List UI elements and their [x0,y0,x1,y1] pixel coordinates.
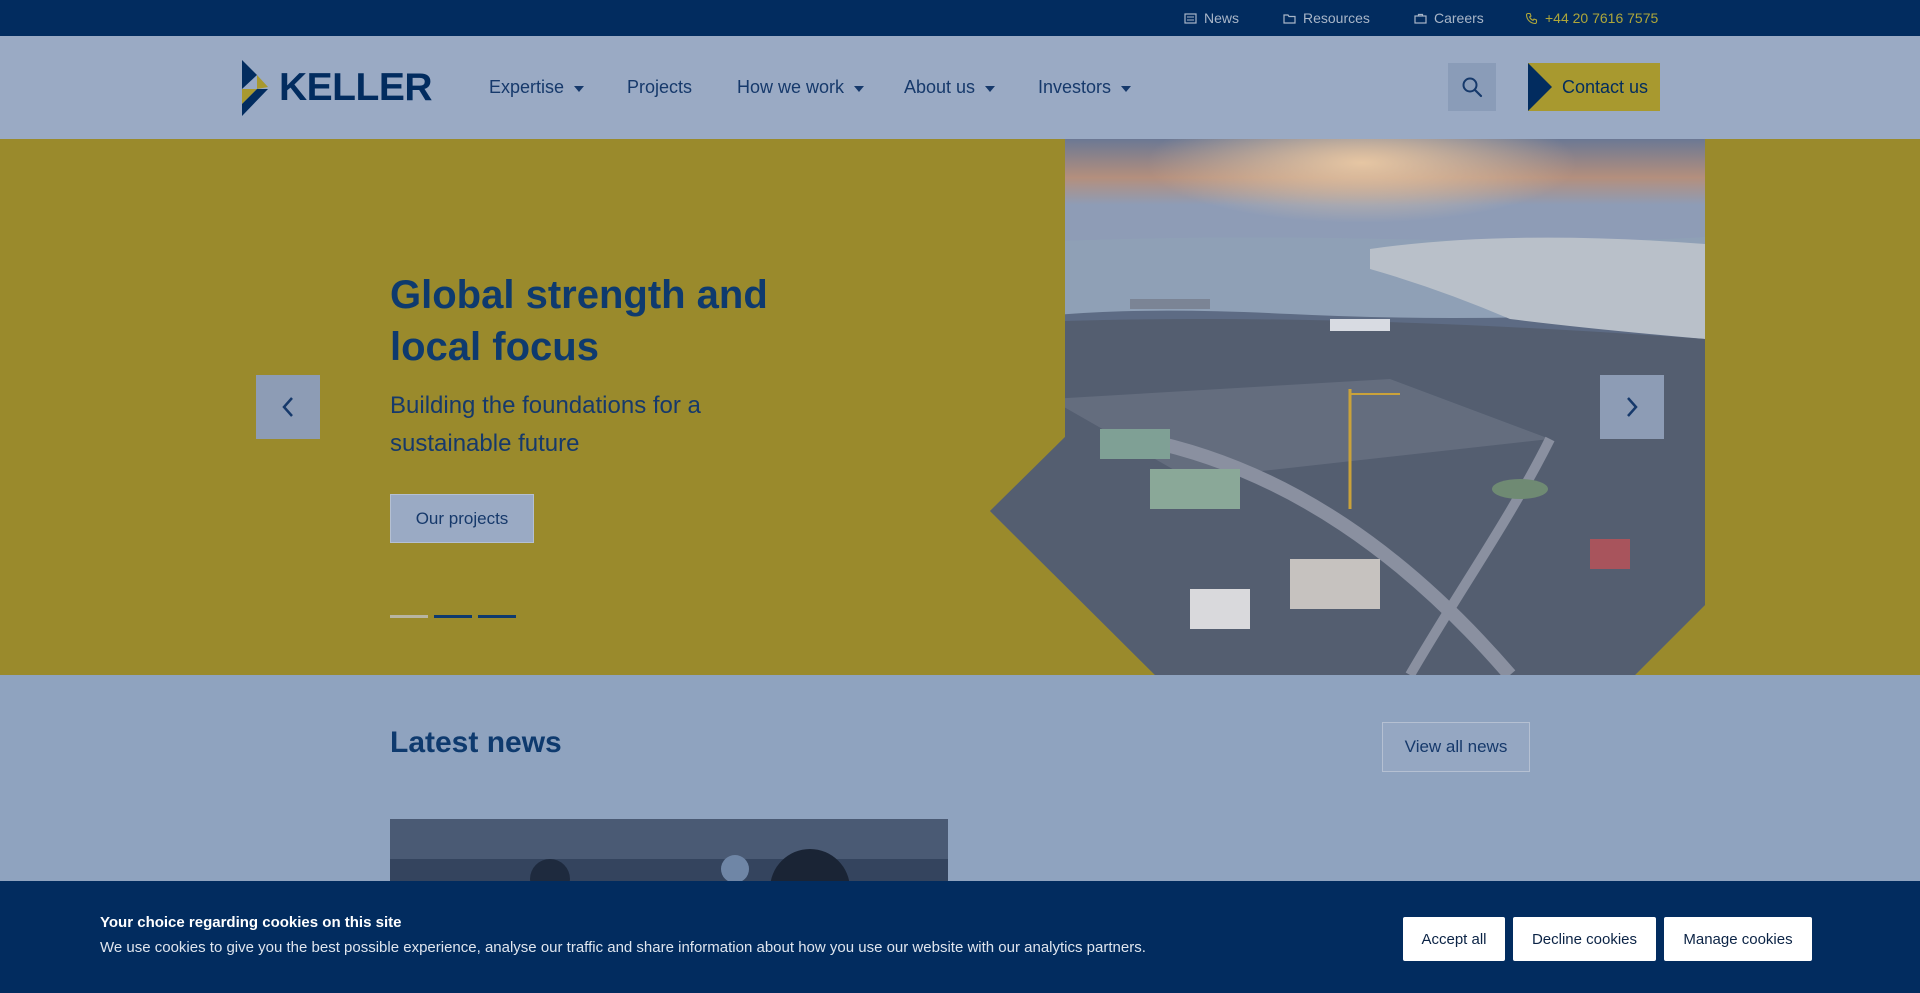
logo-wordmark: KELLER [279,66,433,109]
nav-item-projects[interactable]: Projects [627,36,692,139]
phone-icon [1525,12,1538,25]
contact-us-button[interactable]: Contact us [1528,63,1660,111]
chevron-left-icon [282,397,293,417]
cookie-banner-text: We use cookies to give you the best poss… [100,939,1146,956]
topbar-careers-label: Careers [1434,10,1484,26]
nav-item-label: About us [904,77,976,97]
nav-item-label: Projects [627,77,693,97]
topbar-news-link[interactable]: News [1184,0,1239,36]
top-utility-bar: News Resources Careers +44 20 7616 7575 [0,0,1920,36]
contact-us-label: Contact us [1562,76,1649,97]
carousel-prev-button[interactable] [256,375,320,439]
nav-item-expertise[interactable]: Expertise [489,36,585,139]
keller-logo-mark [242,60,268,116]
decline-cookies-button[interactable]: Decline cookies [1513,917,1656,961]
cookie-banner: Your choice regarding cookies on this si… [0,881,1920,993]
topbar-phone-label: +44 20 7616 7575 [1545,10,1659,26]
carousel-dot-2[interactable] [434,615,472,618]
topbar-news-label: News [1204,10,1240,26]
briefcase-icon [1414,12,1427,25]
topbar-careers-link[interactable]: Careers [1414,0,1484,36]
accept-all-cookies-button[interactable]: Accept all [1403,917,1505,961]
search-button[interactable] [1448,63,1496,111]
carousel-dot-1[interactable] [390,615,428,618]
nav-item-label: Investors [1038,77,1112,97]
nav-item-how-we-work[interactable]: How we work [737,36,865,139]
nav-item-investors[interactable]: Investors [1038,36,1132,139]
carousel-dot-3[interactable] [478,615,516,618]
nav-item-label: Expertise [489,77,565,97]
our-projects-button[interactable]: Our projects [390,494,534,543]
cookie-banner-title: Your choice regarding cookies on this si… [100,914,402,931]
view-all-news-button[interactable]: View all news [1382,722,1530,772]
chevron-down-icon [854,85,865,92]
hero-aerial-city-image [990,139,1705,675]
manage-cookies-button[interactable]: Manage cookies [1664,917,1812,961]
chevron-right-icon [1627,397,1638,417]
latest-news-heading: Latest news [390,726,562,759]
nav-item-label: How we work [737,77,845,97]
folder-icon [1283,12,1296,25]
carousel-next-button[interactable] [1600,375,1664,439]
hero-carousel: Global strength and local focus Building… [0,139,1920,675]
search-icon [1462,77,1483,98]
newspaper-icon [1184,12,1197,25]
topbar-resources-label: Resources [1303,10,1370,26]
nav-item-about-us[interactable]: About us [904,36,996,139]
chevron-down-icon [1121,85,1132,92]
keller-logo[interactable]: KELLER [240,59,440,117]
hero-subtitle: Building the foundations for a sustainab… [390,392,701,457]
hero-title: Global strength and local focus [390,273,768,369]
topbar-phone-link[interactable]: +44 20 7616 7575 [1525,0,1658,36]
arrow-triangle-icon [1528,63,1552,111]
site-header: KELLER Expertise Projects How we work Ab… [0,36,1920,139]
chevron-down-icon [574,85,585,92]
chevron-down-icon [985,85,996,92]
topbar-resources-link[interactable]: Resources [1283,0,1370,36]
